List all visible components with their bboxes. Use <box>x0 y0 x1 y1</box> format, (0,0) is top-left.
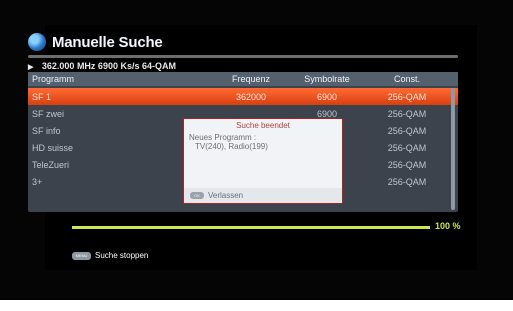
menu-key-icon[interactable]: MENU <box>72 251 91 260</box>
dialog-line-1: Neues Programm : <box>189 133 257 142</box>
const-cell: 256-QAM <box>387 142 427 153</box>
column-symbolrate: Symbolrate <box>304 74 350 84</box>
table-row[interactable]: SF 1 362000 6900 256-QAM <box>28 88 458 105</box>
symbolrate-cell: 6900 <box>316 108 338 119</box>
const-cell: 256-QAM <box>387 125 427 136</box>
dialog-footer: OK Verlassen <box>184 188 342 203</box>
progress-percent: 100 % <box>435 221 461 231</box>
verlassen-button[interactable]: Verlassen <box>208 191 243 200</box>
arrow-right-icon: ▶ <box>28 64 34 71</box>
column-programm: Programm <box>32 74 75 84</box>
scan-parameters: 362.000 MHz 6900 Ks/s 64-QAM <box>41 61 176 71</box>
table-header: Programm Frequenz Symbolrate Const. <box>28 72 458 86</box>
title-separator <box>28 55 458 58</box>
scrollbar[interactable] <box>451 88 455 210</box>
column-const: Const. <box>393 74 420 84</box>
progress-fill <box>72 226 430 229</box>
dialog-line-2: TV(240), Radio(199) <box>195 142 268 151</box>
stop-search-control[interactable]: MENU Suche stoppen <box>72 251 148 260</box>
const-cell: 256-QAM <box>387 159 427 170</box>
frequenz-cell: 362000 <box>235 91 267 102</box>
satellite-globe-icon <box>28 33 46 51</box>
programm-cell: SF zwei <box>32 108 65 119</box>
search-complete-dialog: Suche beendet Neues Programm : TV(240), … <box>183 118 343 204</box>
progress-bar <box>72 226 430 229</box>
programm-cell: SF 1 <box>32 91 52 102</box>
const-cell: 256-QAM <box>387 108 427 119</box>
tv-bezel: Manuelle Suche ▶ 362.000 MHz 6900 Ks/s 6… <box>0 0 513 300</box>
info-line: ▶ 362.000 MHz 6900 Ks/s 64-QAM <box>28 61 176 71</box>
ok-key-icon[interactable]: OK <box>190 192 204 199</box>
const-cell: 256-QAM <box>387 176 427 187</box>
stop-search-label: Suche stoppen <box>95 251 149 260</box>
const-cell: 256-QAM <box>387 91 427 102</box>
page-title: Manuelle Suche <box>52 33 163 51</box>
dialog-title: Suche beendet <box>184 119 342 133</box>
column-frequenz: Frequenz <box>231 74 271 84</box>
symbolrate-cell: 6900 <box>316 91 338 102</box>
title-row: Manuelle Suche <box>28 33 163 51</box>
